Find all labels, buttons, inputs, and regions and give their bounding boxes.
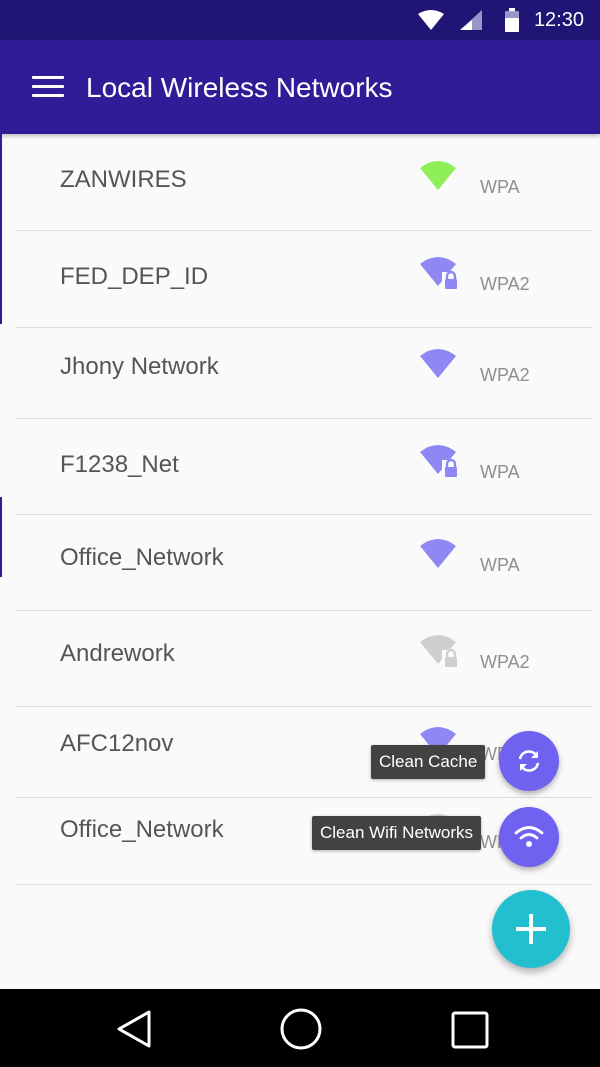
wifi-icon bbox=[514, 826, 544, 847]
battery-icon bbox=[505, 8, 519, 32]
network-name: F1238_Net bbox=[60, 451, 179, 478]
network-name: ZANWIRES bbox=[60, 166, 187, 193]
network-row[interactable]: Jhony Network WPA2 bbox=[16, 328, 592, 419]
network-row[interactable]: ZANWIRES WPA bbox=[16, 134, 592, 231]
security-type: WPA bbox=[480, 177, 520, 197]
refresh-icon bbox=[518, 750, 540, 772]
clean-cache-tooltip: Clean Cache bbox=[371, 745, 486, 779]
app-bar: Local Wireless Networks bbox=[0, 40, 600, 134]
network-row[interactable]: Andrework WPA2 bbox=[16, 611, 592, 707]
network-name: Office_Network bbox=[60, 816, 224, 843]
back-icon[interactable] bbox=[115, 1009, 153, 1049]
clean-cache-button[interactable] bbox=[499, 731, 559, 791]
wifi-signal-icon bbox=[420, 160, 460, 199]
network-row[interactable]: F1238_Net WPA bbox=[16, 419, 592, 515]
recents-icon[interactable] bbox=[451, 1011, 489, 1049]
network-row[interactable]: Office_Network WPA bbox=[16, 515, 592, 611]
wifi-locked-icon bbox=[420, 444, 460, 483]
drawer-edge bbox=[0, 497, 2, 577]
wifi-status-icon bbox=[418, 10, 444, 30]
status-bar: 12:30 bbox=[0, 0, 600, 40]
security-type: WPA bbox=[480, 555, 520, 575]
page-title: Local Wireless Networks bbox=[86, 72, 393, 103]
security-type: WPA2 bbox=[480, 652, 530, 672]
clean-wifi-tooltip: Clean Wifi Networks bbox=[312, 816, 482, 850]
security-type: WPA2 bbox=[480, 365, 530, 385]
add-fab-button[interactable] bbox=[492, 890, 570, 968]
wifi-locked-icon bbox=[420, 256, 460, 295]
network-name: AFC12nov bbox=[60, 730, 174, 757]
status-time: 12:30 bbox=[533, 9, 584, 31]
menu-icon[interactable] bbox=[32, 76, 64, 98]
clean-wifi-button[interactable] bbox=[499, 807, 559, 867]
wifi-signal-icon bbox=[420, 538, 460, 577]
network-name: Andrework bbox=[60, 640, 175, 667]
network-row[interactable]: FED_DEP_ID WPA2 bbox=[16, 231, 592, 328]
system-nav-bar bbox=[0, 989, 600, 1067]
drawer-edge bbox=[0, 134, 2, 324]
security-type: WPA bbox=[480, 462, 520, 482]
security-type: WPA2 bbox=[480, 274, 530, 294]
network-name: Office_Network bbox=[60, 544, 224, 571]
plus-icon bbox=[516, 914, 546, 944]
network-name: FED_DEP_ID bbox=[60, 263, 209, 290]
wifi-locked-icon bbox=[420, 634, 460, 673]
network-name: Jhony Network bbox=[60, 353, 219, 380]
wifi-signal-icon bbox=[420, 348, 460, 387]
home-icon[interactable] bbox=[279, 1007, 323, 1051]
cell-signal-icon bbox=[460, 10, 482, 30]
